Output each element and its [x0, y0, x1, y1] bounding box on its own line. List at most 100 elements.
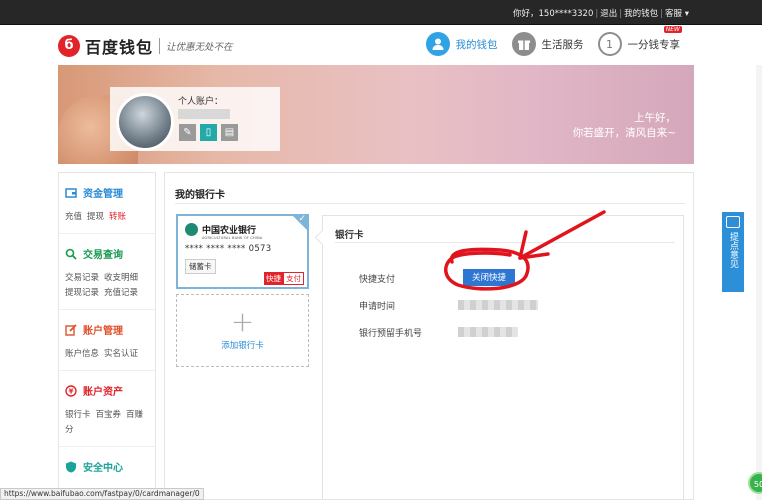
sidebar-heading-label: 资金管理: [83, 189, 123, 200]
sidebar-heading-label: 账户管理: [83, 326, 123, 337]
nav-life-service[interactable]: 生活服务: [511, 32, 584, 56]
user-greeting: 你好，150****3320: [513, 9, 594, 19]
sidebar-heading[interactable]: 安全中心: [65, 459, 149, 474]
nav-label: 一分钱专享: [627, 38, 681, 51]
logo-divider: [159, 38, 161, 54]
detail-divider: [335, 242, 675, 243]
reserved-phone-value-blurred: [458, 327, 518, 337]
sidebar-heading[interactable]: 交易查询: [65, 246, 149, 261]
chat-icon: [726, 216, 740, 228]
service-menu[interactable]: 客服 ▾: [665, 9, 689, 19]
header: б 百度钱包 让优惠无处不在 我的钱包 生活服务 1 一分钱专享 NEW: [0, 25, 762, 65]
nav-label: 生活服务: [541, 38, 584, 51]
plus-icon: +: [230, 305, 255, 338]
reserved-phone-label: 银行预留手机号: [359, 329, 423, 339]
sidebar-link-trade-records[interactable]: 交易记录: [65, 273, 99, 283]
abc-bank-icon: [185, 223, 198, 236]
sidebar-heading[interactable]: ¥ 账户资产: [65, 383, 149, 398]
main-nav: 我的钱包 生活服务 1 一分钱专享 NEW: [412, 26, 682, 56]
account-label: 个人账户：: [178, 97, 224, 107]
card-number: **** **** **** 0573: [185, 244, 272, 254]
close-quick-pay-button[interactable]: 关闭快捷: [463, 269, 515, 286]
yen-icon: ¥: [65, 384, 77, 397]
account-actions: ✎ ▯ ▤: [179, 124, 242, 141]
sidebar-links: 账户信息 实名认证: [65, 347, 149, 362]
nav-my-wallet[interactable]: 我的钱包: [425, 32, 498, 56]
check-icon: ✓: [298, 214, 306, 224]
add-bank-card-button[interactable]: + 添加银行卡: [176, 294, 309, 367]
top-links: 你好，150****3320 | 退出 | 我的钱包 | 客服 ▾: [513, 9, 689, 19]
sidebar-link-transfer[interactable]: 转账: [109, 212, 126, 222]
top-bar: 你好，150****3320 | 退出 | 我的钱包 | 客服 ▾: [0, 0, 762, 25]
id-card-icon[interactable]: ▤: [221, 124, 238, 141]
new-badge: NEW: [663, 26, 682, 33]
sidebar-heading-label: 交易查询: [83, 250, 123, 261]
greeting-line2: 你若盛开，清风自来~: [572, 127, 676, 139]
sidebar-link-bank-card[interactable]: 银行卡: [65, 410, 91, 420]
quick-pay-label: 快捷支付: [359, 275, 396, 285]
bank-name-en: AGRICULTURAL BANK OF CHINA: [202, 236, 263, 240]
sidebar-link-account-info[interactable]: 账户信息: [65, 349, 99, 359]
search-icon: [65, 248, 77, 260]
logo-slogan: 让优惠无处不在: [166, 42, 233, 53]
wallet-icon: [65, 187, 77, 199]
my-wallet-link[interactable]: 我的钱包: [624, 9, 658, 19]
gift-icon: [511, 32, 536, 56]
person-icon: [425, 32, 450, 56]
shield-icon: [65, 461, 77, 473]
sidebar-section-security: 安全中心: [59, 447, 155, 482]
sidebar-heading-label: 安全中心: [83, 463, 123, 474]
sidebar-link-income-detail[interactable]: 收支明细: [104, 273, 138, 283]
logo[interactable]: б 百度钱包 让优惠无处不在: [58, 34, 233, 58]
sidebar: 资金管理 充值 提现 转账 交易查询 交易记录 收支明细 提现记录 充值记录 账户管理 …: [58, 172, 156, 500]
sidebar-link-recharge[interactable]: 充值: [65, 212, 82, 222]
sidebar-links: 交易记录 收支明细 提现记录 充值记录: [65, 271, 149, 301]
card-type-badge: 储蓄卡: [185, 259, 216, 274]
sidebar-section-account: 账户管理 账户信息 实名认证: [59, 310, 155, 371]
greeting-line1: 上午好，: [634, 112, 676, 124]
feedback-label: 提点意见: [728, 232, 738, 268]
sidebar-section-funds: 资金管理 充值 提现 转账: [59, 173, 155, 234]
quick-pay-tag: 快捷 支付: [264, 272, 304, 285]
quick-pay-tag-b: 支付: [283, 272, 304, 285]
bank-logo: 中国农业银行: [185, 223, 256, 236]
logo-text: 百度钱包: [85, 38, 154, 57]
sidebar-links: 充值 提现 转账: [65, 210, 149, 225]
nav-one-cent[interactable]: 1 一分钱专享 NEW: [597, 26, 682, 56]
logout-link[interactable]: 退出: [600, 9, 617, 19]
bank-name: 中国农业银行: [202, 226, 257, 236]
avatar[interactable]: [116, 93, 174, 151]
sidebar-link-real-name[interactable]: 实名认证: [104, 349, 138, 359]
sidebar-link-withdraw-records[interactable]: 提现记录: [65, 288, 99, 298]
feedback-tab[interactable]: 提点意见: [722, 212, 744, 292]
sidebar-link-recharge-records[interactable]: 充值记录: [104, 288, 138, 298]
card-detail-panel: 银行卡 快捷支付 关闭快捷 申请时间 银行预留手机号: [322, 215, 684, 500]
account-name-blurred: [178, 109, 230, 119]
edit-icon: [65, 323, 77, 336]
sidebar-link-coupons[interactable]: 百宝券: [96, 410, 122, 420]
sidebar-section-transactions: 交易查询 交易记录 收支明细 提现记录 充值记录: [59, 234, 155, 310]
scrollbar[interactable]: [756, 25, 762, 500]
nav-label: 我的钱包: [455, 38, 498, 51]
edit-icon[interactable]: ✎: [179, 124, 196, 141]
float-ball-icon[interactable]: 50: [748, 472, 762, 494]
quick-pay-tag-a: 快捷: [264, 272, 283, 285]
coin-icon: 1: [597, 32, 622, 56]
detail-title: 银行卡: [335, 230, 364, 241]
phone-icon[interactable]: ▯: [200, 124, 217, 141]
sidebar-heading[interactable]: 资金管理: [65, 185, 149, 200]
title-divider: [175, 203, 685, 204]
apply-time-label: 申请时间: [359, 302, 396, 312]
apply-time-value-blurred: [458, 300, 538, 310]
sidebar-link-withdraw[interactable]: 提现: [87, 212, 104, 222]
sidebar-heading[interactable]: 账户管理: [65, 322, 149, 337]
add-bank-card-label: 添加银行卡: [221, 341, 264, 351]
browser-status-bar: https://www.baifubao.com/fastpay/0/cardm…: [0, 488, 204, 500]
sidebar-section-assets: ¥ 账户资产 银行卡 百宝券 百赚分: [59, 371, 155, 447]
svg-text:¥: ¥: [69, 387, 74, 395]
profile-banner: 个人账户： ✎ ▯ ▤ 上午好， 你若盛开，清风自来~: [58, 65, 694, 164]
greeting: 上午好， 你若盛开，清风自来~: [573, 111, 676, 141]
logo-mark-icon: б: [58, 35, 80, 57]
bank-card[interactable]: 中国农业银行 AGRICULTURAL BANK OF CHINA ✓ ****…: [176, 214, 309, 289]
main-panel: 我的银行卡 中国农业银行 AGRICULTURAL BANK OF CHINA …: [164, 172, 694, 500]
